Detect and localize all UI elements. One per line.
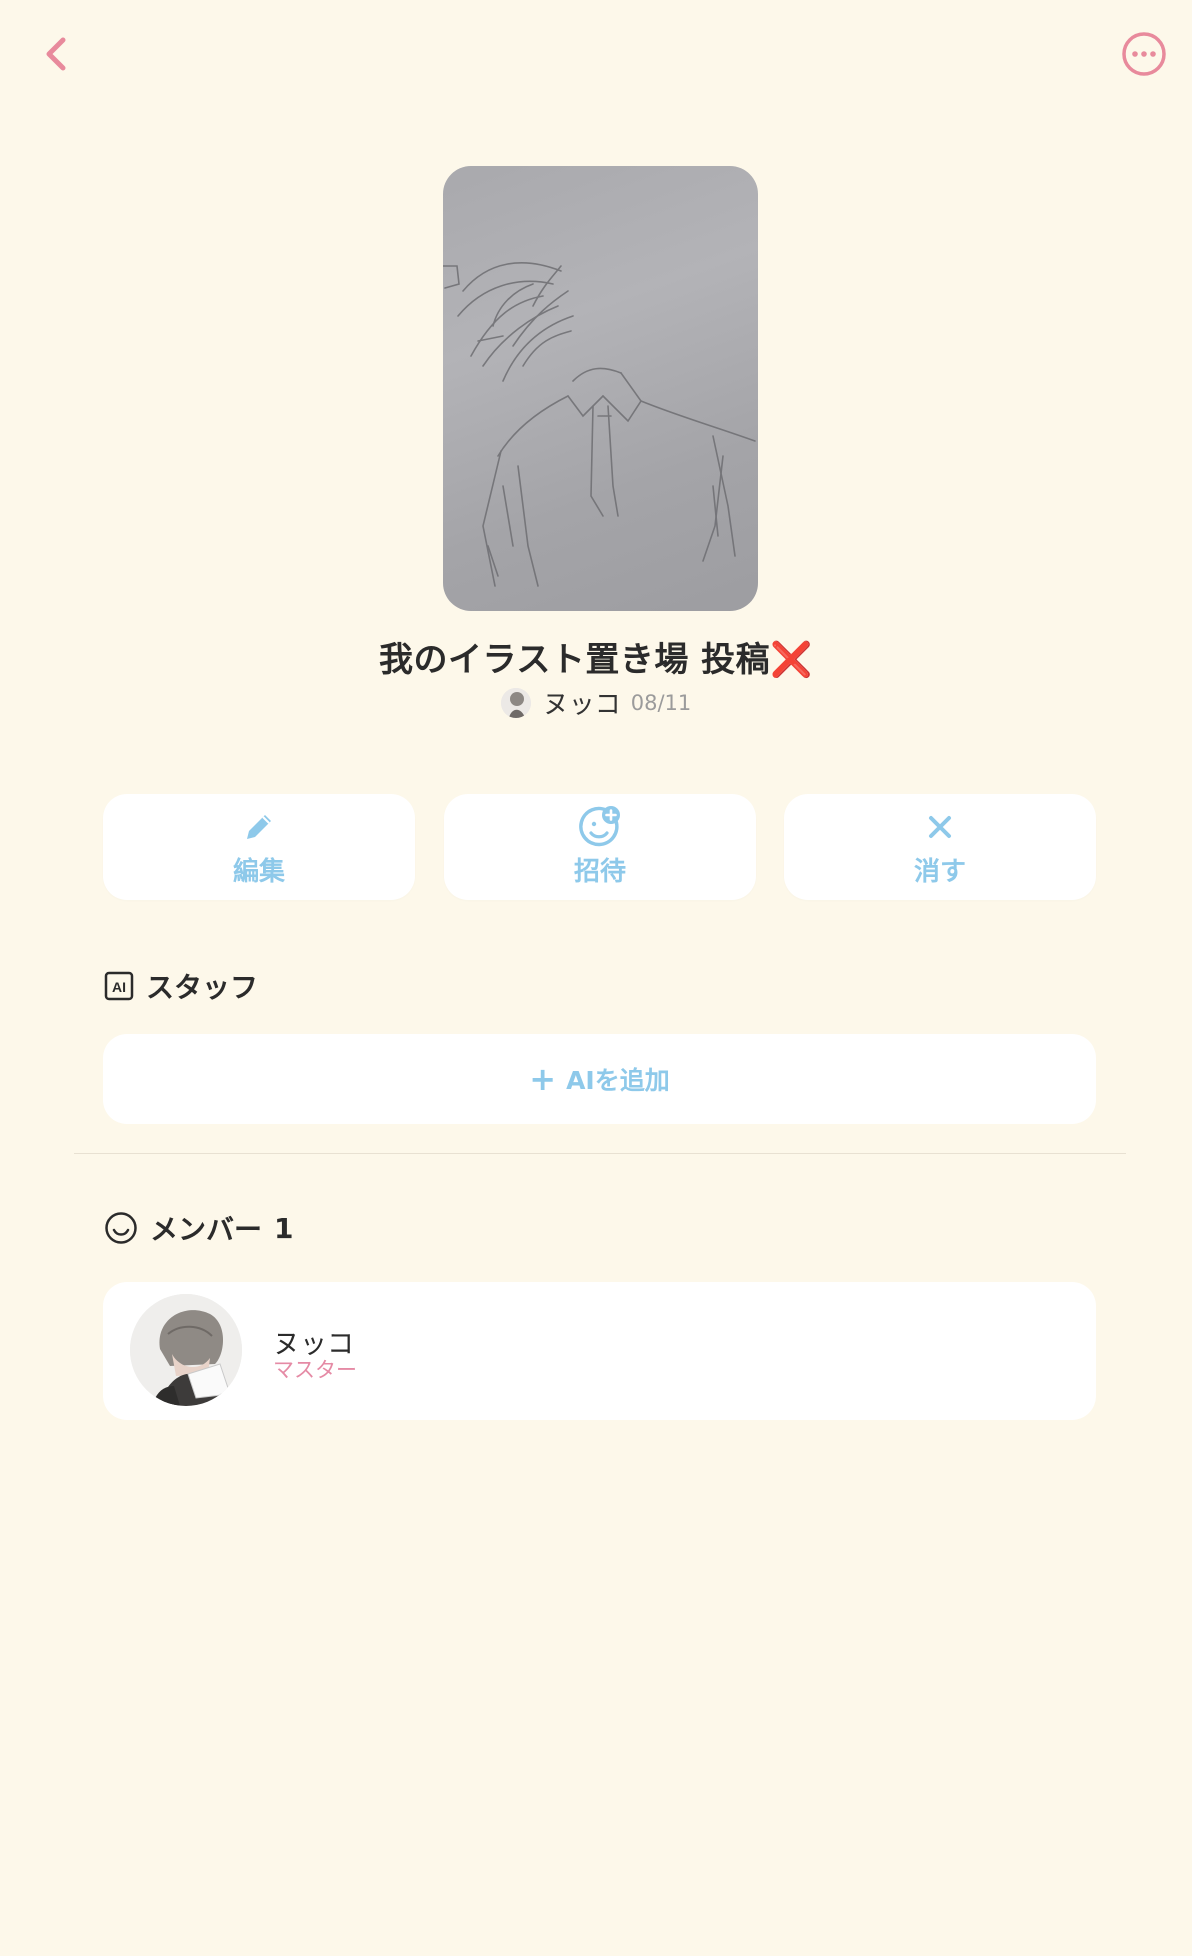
room-title-text: 我のイラスト置き場 投稿 [379, 640, 771, 680]
delete-button[interactable]: 消す [784, 794, 1096, 900]
staff-heading-text: スタッフ [146, 971, 259, 1004]
staff-section-heading: AI スタッフ [104, 966, 258, 1006]
members-section-heading: メンバー 1 [104, 1208, 294, 1248]
add-user-smile-icon [579, 805, 620, 846]
svg-text:AI: AI [112, 979, 126, 995]
back-button[interactable] [32, 28, 80, 80]
more-options-button[interactable] [1120, 30, 1168, 78]
member-avatar[interactable] [130, 1294, 242, 1406]
ai-badge-icon: AI [104, 971, 134, 1001]
invite-button[interactable]: 招待 [444, 794, 756, 900]
sketch-illustration [443, 262, 756, 587]
pencil-icon [247, 814, 271, 839]
owner-avatar[interactable] [500, 687, 531, 718]
more-horizontal-circle-icon [1122, 32, 1166, 76]
chevron-left-icon [46, 37, 66, 71]
edit-button[interactable]: 編集 [103, 794, 415, 900]
room-title: 我のイラスト置き場 投稿❌ [0, 632, 1192, 681]
members-heading-text: メンバー [150, 1213, 263, 1246]
plus-icon: + [529, 1060, 557, 1098]
room-meta: ヌッコ 08/11 [0, 684, 1192, 721]
close-icon [929, 815, 951, 838]
member-list-item[interactable]: ヌッコ マスター [103, 1282, 1096, 1420]
smile-icon [105, 1212, 137, 1244]
add-ai-button[interactable]: + AIを追加 [103, 1034, 1096, 1124]
owner-name: ヌッコ [542, 690, 621, 720]
add-ai-label: AIを追加 [566, 1066, 670, 1095]
invite-label: 招待 [573, 856, 626, 887]
delete-label: 消す [913, 856, 966, 887]
room-cover-image[interactable] [443, 166, 758, 611]
title-emoji: ❌ [770, 640, 813, 680]
top-bar [0, 0, 1192, 110]
section-divider [74, 1153, 1126, 1154]
member-role: マスター [273, 1358, 357, 1382]
room-date: 08/11 [630, 690, 692, 715]
edit-label: 編集 [232, 856, 285, 887]
members-count: 1 [274, 1211, 294, 1245]
